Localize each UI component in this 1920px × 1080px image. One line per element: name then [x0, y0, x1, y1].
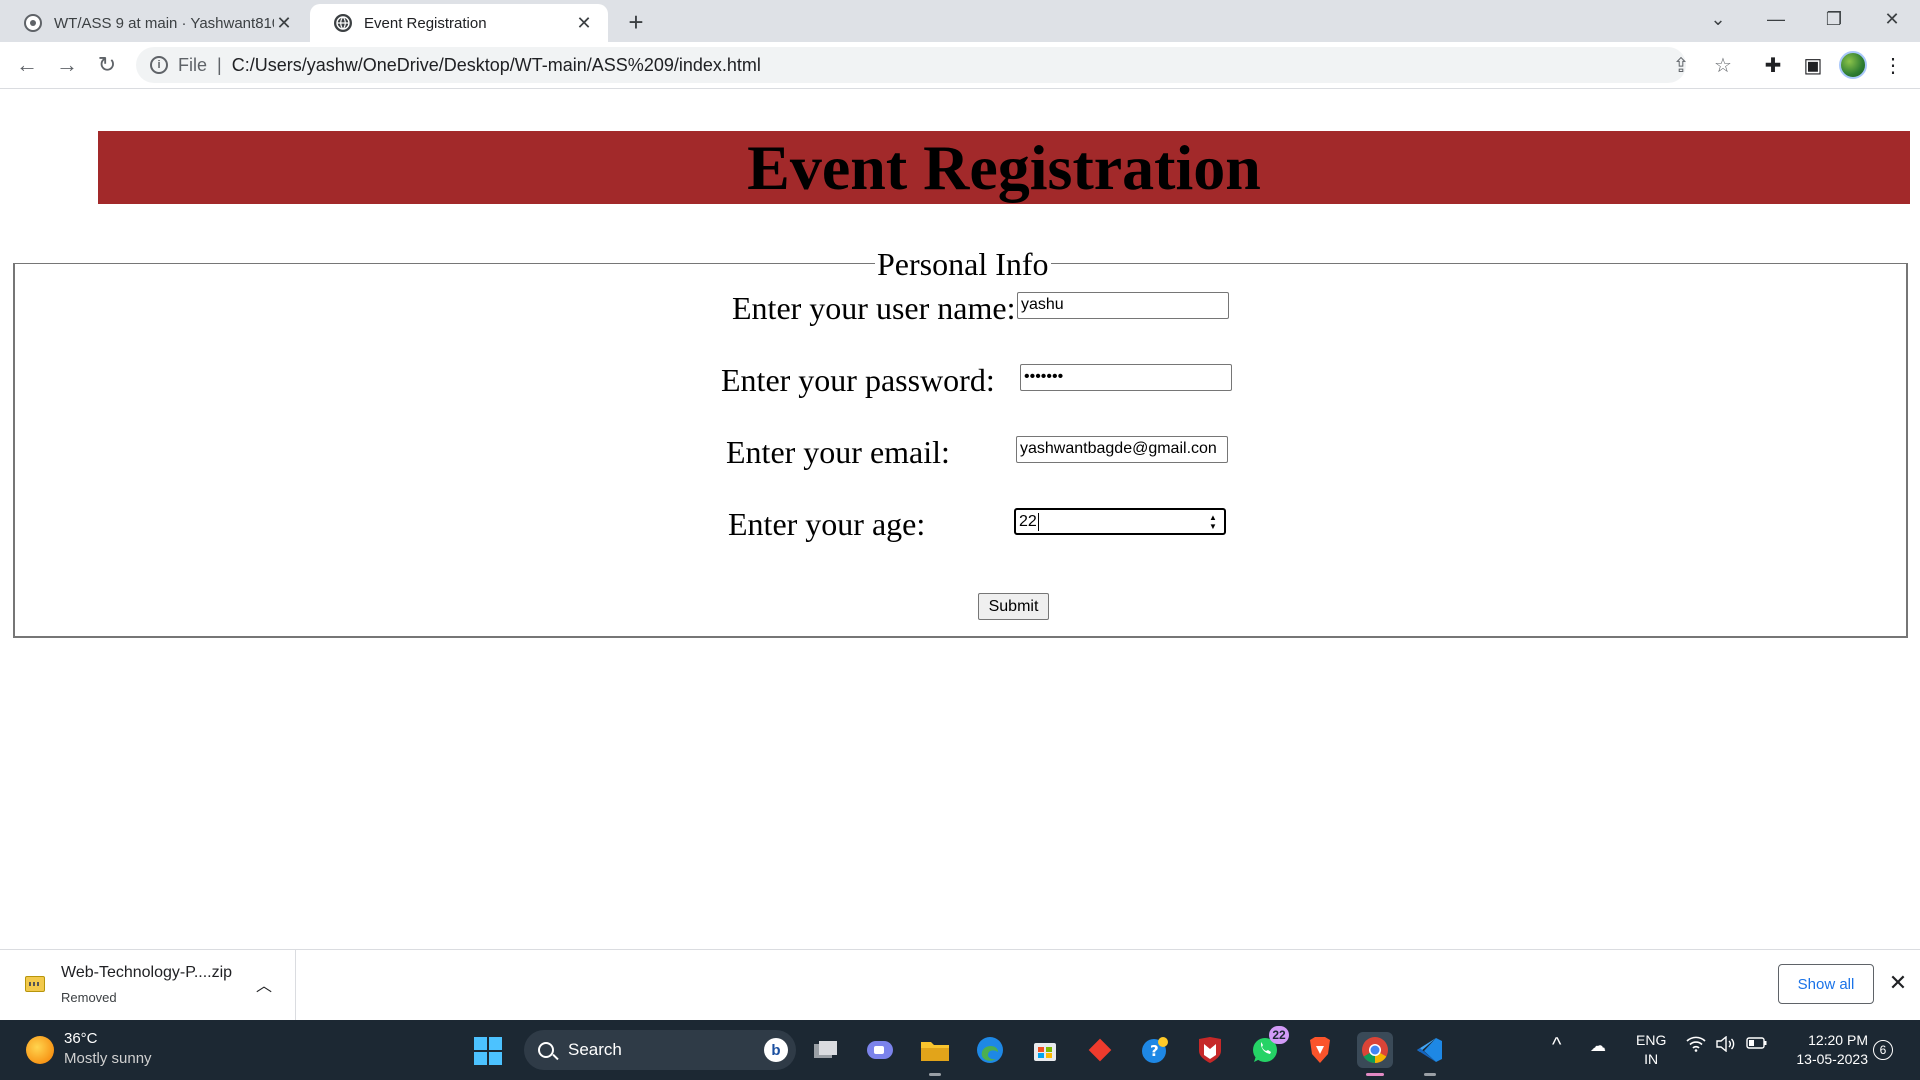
volume-icon[interactable] [1716, 1035, 1736, 1057]
tab-title: WT/ASS 9 at main · Yashwant810 [54, 14, 274, 32]
minimize-icon[interactable]: — [1748, 0, 1804, 38]
back-icon[interactable]: ← [10, 48, 44, 82]
mcafee-icon[interactable] [1192, 1032, 1228, 1068]
email-input[interactable]: yashwantbagde@gmail.con [1016, 436, 1228, 463]
age-number-input[interactable]: 22 ▲ ▼ [1014, 508, 1226, 535]
forward-icon[interactable]: → [50, 48, 84, 82]
tab-github[interactable]: WT/ASS 9 at main · Yashwant810 ✕ [0, 4, 308, 42]
download-status: Removed [61, 990, 117, 1005]
text-caret [1037, 513, 1039, 531]
address-url: C:/Users/yashw/OneDrive/Desktop/WT-main/… [231, 54, 761, 75]
close-icon[interactable]: ✕ [274, 13, 294, 33]
task-view-icon[interactable] [808, 1032, 844, 1068]
bing-icon[interactable]: b [764, 1038, 788, 1062]
battery-icon[interactable] [1746, 1036, 1768, 1055]
side-panel-icon[interactable]: ▣ [1796, 48, 1830, 82]
language-line2: IN [1644, 1051, 1659, 1067]
chrome-icon[interactable] [1357, 1032, 1393, 1076]
restore-icon[interactable]: ❐ [1806, 0, 1862, 38]
web-page: Event Registration Personal Info Enter y… [0, 90, 1920, 950]
running-indicator [929, 1073, 941, 1076]
chevron-up-icon[interactable]: ︿ [256, 972, 272, 996]
password-input[interactable]: ••••••• [1020, 364, 1232, 391]
page-banner: Event Registration [98, 131, 1910, 204]
spinner-arrows-icon[interactable]: ▲ ▼ [1208, 514, 1218, 531]
username-label: Enter your user name: [732, 290, 1016, 326]
download-file-name: Web-Technology-P....zip [61, 964, 233, 981]
email-label: Enter your email: [726, 434, 950, 470]
zip-file-icon [25, 976, 45, 992]
file-explorer-icon[interactable] [917, 1032, 953, 1076]
weather-description[interactable]: Mostly sunny [64, 1050, 152, 1067]
wifi-icon[interactable] [1686, 1036, 1706, 1057]
reload-icon[interactable]: ↻ [90, 48, 124, 82]
extensions-icon[interactable]: ✚ [1756, 48, 1790, 82]
brave-icon[interactable] [1302, 1032, 1338, 1068]
edge-icon[interactable] [972, 1032, 1008, 1068]
browser-toolbar: ← → ↻ i File | C:/Users/yashw/OneDrive/D… [0, 42, 1920, 89]
whatsapp-badge: 22 [1269, 1026, 1289, 1044]
tab-title: Event Registration [364, 14, 487, 32]
personal-info-fieldset: Personal Info Enter your user name: yash… [13, 246, 1908, 638]
taskbar-search[interactable]: Search b [524, 1030, 796, 1070]
anydesk-icon[interactable] [1082, 1032, 1118, 1068]
store-icon[interactable] [1027, 1032, 1063, 1068]
address-separator: | [217, 54, 222, 75]
fieldset-legend: Personal Info [875, 246, 1051, 282]
teams-icon[interactable] [862, 1032, 898, 1068]
address-bar[interactable]: i File | C:/Users/yashw/OneDrive/Desktop… [136, 47, 1686, 83]
weather-icon[interactable] [26, 1036, 54, 1064]
close-icon[interactable]: ✕ [574, 13, 594, 33]
search-label: Search [568, 1040, 622, 1059]
password-label: Enter your password: [721, 362, 995, 398]
notification-badge[interactable]: 6 [1873, 1040, 1893, 1060]
language-indicator[interactable]: ENG IN [1636, 1031, 1666, 1069]
windows-logo-icon[interactable] [474, 1037, 502, 1065]
svg-text:?: ? [1150, 1042, 1159, 1060]
more-icon[interactable]: ⋮ [1876, 48, 1910, 82]
close-window-icon[interactable]: ✕ [1864, 0, 1920, 38]
system-clock[interactable]: 12:20 PM 13-05-2023 [1780, 1031, 1868, 1069]
weather-temperature[interactable]: 36°C [64, 1030, 98, 1047]
submit-button[interactable]: Submit [978, 593, 1049, 620]
chevron-down-icon[interactable]: ⌄ [1690, 0, 1746, 38]
active-indicator [1366, 1073, 1384, 1076]
download-shelf: Web-Technology-P....zip Removed ︿ Show a… [0, 949, 1920, 1020]
download-item[interactable]: Web-Technology-P....zip Removed ︿ [0, 950, 296, 1020]
share-icon[interactable]: ⇪ [1666, 50, 1696, 80]
vscode-icon[interactable] [1412, 1032, 1448, 1076]
show-all-button[interactable]: Show all [1778, 964, 1874, 1004]
page-title: Event Registration [747, 131, 1261, 203]
username-input[interactable]: yashu [1017, 292, 1229, 319]
tab-event-registration[interactable]: Event Registration ✕ [310, 4, 608, 42]
address-scheme: File [178, 54, 208, 75]
plus-icon[interactable]: + [620, 6, 652, 38]
github-icon [24, 14, 42, 32]
clock-date: 13-05-2023 [1796, 1051, 1868, 1067]
language-line1: ENG [1636, 1032, 1667, 1048]
running-indicator [1424, 1073, 1436, 1076]
chevron-up-icon[interactable]: ^ [1552, 1034, 1561, 1057]
help-icon[interactable]: ? [1137, 1032, 1173, 1068]
windows-taskbar: 36°C Mostly sunny Search b ? 22 ^ ☁ ENG … [0, 1020, 1920, 1080]
onedrive-icon[interactable]: ☁ [1590, 1036, 1606, 1056]
clock-time: 12:20 PM [1808, 1032, 1868, 1048]
search-icon [538, 1042, 554, 1058]
age-label: Enter your age: [728, 506, 926, 542]
whatsapp-icon[interactable]: 22 [1247, 1026, 1289, 1068]
info-icon[interactable]: i [150, 56, 168, 74]
close-icon[interactable]: ✕ [1885, 970, 1911, 996]
age-value: 22 [1019, 513, 1037, 531]
tab-strip: WT/ASS 9 at main · Yashwant810 ✕ Event R… [0, 0, 1920, 42]
star-icon[interactable]: ☆ [1708, 50, 1738, 80]
globe-icon [334, 14, 352, 32]
profile-avatar[interactable] [1836, 48, 1870, 82]
